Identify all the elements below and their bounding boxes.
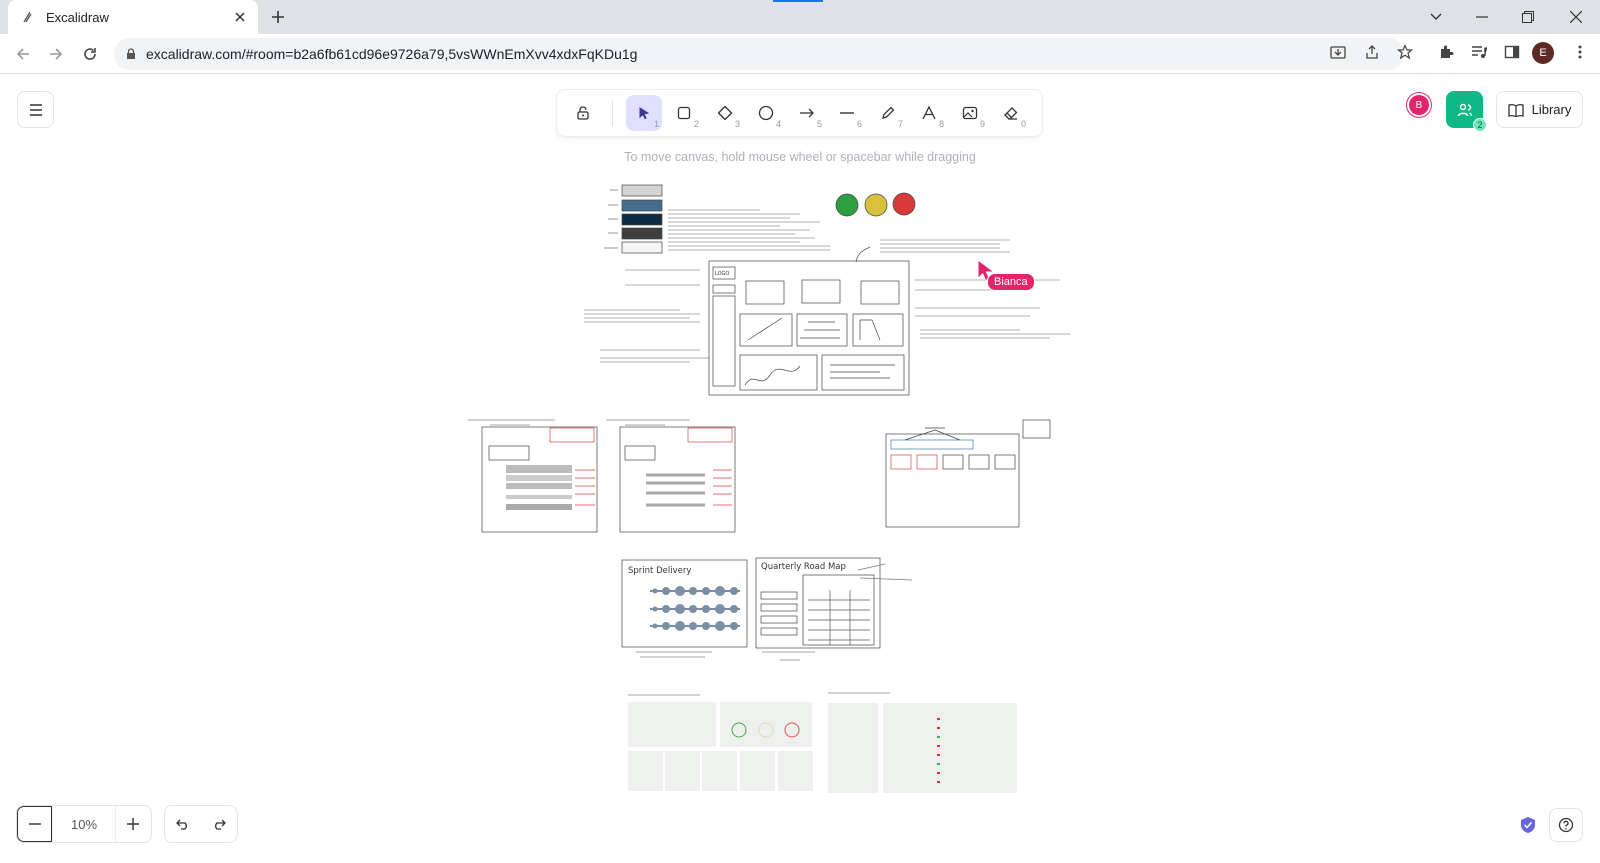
budget-wireframe-1 [468,419,598,533]
canvas-hint: To move canvas, hold mouse wheel or spac… [624,150,976,164]
budget-wireframe-2 [606,419,736,533]
plus-icon [127,818,140,830]
tab-title: Excalidraw [46,9,109,25]
arrow-icon [800,108,814,118]
line-tool-button[interactable]: 6 [829,95,865,131]
profile-avatar[interactable]: E [1532,42,1554,64]
text-tool-button[interactable]: 8 [911,95,947,131]
shape-toolbar: 1 2 3 4 5 6 7 8 9 0 [557,90,1042,136]
live-collaboration-button[interactable]: 2 [1446,91,1487,132]
help-icon [1558,817,1574,833]
share-page-icon[interactable] [1362,42,1382,62]
undo-button[interactable] [165,806,201,842]
collaborator-label: Bianca [987,273,1035,291]
media-control-icon[interactable] [1469,42,1489,62]
browser-tab[interactable]: Excalidraw [8,0,258,34]
diamond-tool-button[interactable]: 3 [707,95,743,131]
quarterly-roadmap [755,557,913,661]
help-button[interactable] [1549,808,1583,842]
users-icon [1457,103,1472,116]
library-label: Library [1531,102,1572,117]
redo-button[interactable] [201,806,237,842]
sprint-title: Sprint Delivery [628,566,691,576]
history-controls [164,805,238,843]
toolbar-divider [612,100,613,126]
browser-toolbar: excalidraw.com/#room=b2a6fb61cd96e9726a7… [0,34,1600,74]
dashboard-wireframe [708,246,910,396]
diamond-icon [717,105,733,121]
zoom-level[interactable]: 10% [52,806,116,842]
lock-icon [126,48,136,60]
hamburger-icon [29,103,42,116]
undo-icon [176,819,187,830]
ellipse-tool-button[interactable]: 4 [748,95,784,131]
tab-search-icon[interactable] [1422,5,1450,29]
browser-tab-bar: Excalidraw [0,0,1600,34]
restore-icon[interactable] [1514,5,1542,29]
collaborator-count-badge: 2 [1473,118,1487,132]
reload-icon[interactable] [78,42,102,66]
back-icon[interactable] [11,42,35,66]
color-swatch-legend [604,184,663,254]
forward-icon[interactable] [44,42,68,66]
selection-icon [639,107,650,120]
book-icon [1507,103,1524,117]
new-tab-icon[interactable] [268,7,288,27]
side-panel-icon[interactable] [1502,42,1522,62]
close-window-icon[interactable] [1562,5,1590,29]
more-menu-icon[interactable] [1570,42,1590,62]
install-icon[interactable] [1328,42,1348,62]
text-icon [922,105,936,120]
minimize-icon[interactable] [1468,5,1496,29]
image-icon [962,106,978,120]
bottom-dashboard-right [828,703,1017,793]
zoom-out-button[interactable] [17,806,53,842]
minus-icon [28,823,41,825]
collaborator-avatar[interactable]: B [1409,95,1429,115]
zoom-in-button[interactable] [116,806,151,842]
logo-label: LOGO [715,271,729,277]
canvas-content: Sprint Delivery Quarterly Road Map LOGO [468,184,1070,793]
extensions-icon[interactable] [1436,42,1456,62]
loading-indicator [773,0,823,2]
image-tool-button[interactable]: 9 [952,95,988,131]
rectangle-tool-button[interactable]: 2 [666,95,702,131]
close-tab-icon[interactable] [232,9,248,25]
pencil-icon [882,106,895,119]
zoom-controls: 10% [16,805,152,843]
main-menu-button[interactable] [17,91,54,128]
bookmark-star-icon[interactable] [1395,42,1415,62]
eraser-tool-button[interactable]: 0 [993,95,1029,131]
url-text: excalidraw.com/#room=b2a6fb61cd96e9726a7… [146,46,638,62]
rectangle-icon [677,106,691,120]
lock-tool-button[interactable] [565,95,601,131]
line-icon [840,112,854,114]
drawing-canvas[interactable]: Sprint Delivery Quarterly Road Map LOGO … [0,74,1600,858]
pencil-tool-button[interactable]: 7 [870,95,906,131]
library-button[interactable]: Library [1496,91,1583,128]
encryption-shield-icon[interactable] [1518,815,1538,835]
selection-tool-button[interactable]: 1 [626,95,662,131]
bottom-dashboard-left [628,702,813,791]
roadmap-title: Quarterly Road Map [761,562,846,572]
kpi-wireframe [885,419,1051,528]
excalidraw-favicon-icon [20,10,34,24]
arrow-tool-button[interactable]: 5 [789,95,825,131]
redo-icon [215,819,226,830]
ellipse-icon [758,105,774,121]
address-bar[interactable]: excalidraw.com/#room=b2a6fb61cd96e9726a7… [114,38,1404,70]
eraser-icon [1004,107,1018,120]
lock-icon [577,106,589,120]
